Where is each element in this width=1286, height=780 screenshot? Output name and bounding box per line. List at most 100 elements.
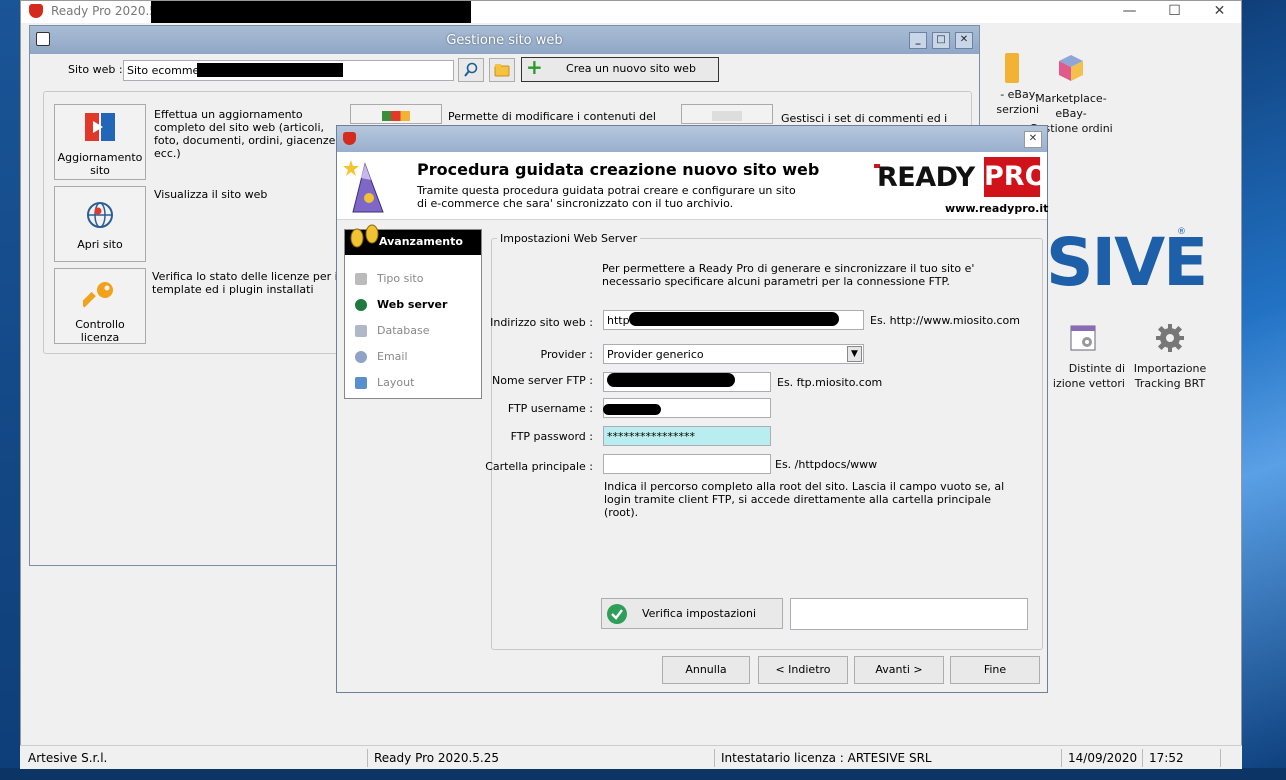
open-folder-button[interactable] <box>489 58 515 82</box>
step-layout: Layout <box>355 374 414 392</box>
gsw-minimize-button[interactable]: _ <box>909 32 927 49</box>
provider-select[interactable]: Provider generico ▼ <box>603 344 864 364</box>
check-icon <box>607 604 627 624</box>
chevron-down-icon[interactable]: ▼ <box>847 346 862 362</box>
progress-header-label: Avanzamento <box>379 235 463 248</box>
back-button[interactable]: < Indietro <box>758 656 848 684</box>
new-site-button[interactable]: + Crea un nuovo sito web <box>521 56 719 82</box>
step-email: Email <box>355 348 408 366</box>
search-site-button[interactable] <box>458 58 484 82</box>
controllo-licenza-desc: Verifica lo stato delle licenze per il t… <box>152 270 341 296</box>
distinte-shortcut[interactable]: Distinte di izione vettori <box>1041 323 1125 391</box>
ready-pro-logo-icon <box>343 132 356 145</box>
key-icon <box>80 282 113 308</box>
group-title: Impostazioni Web Server <box>497 232 641 245</box>
root-folder-hint: Es. /httpdocs/www <box>775 458 878 471</box>
aggiornamento-desc: Effettua un aggiornamento completo del s… <box>154 108 339 160</box>
controllo-licenza-label: Controllo licenza <box>75 318 125 344</box>
close-button[interactable]: ✕ <box>1197 1 1242 23</box>
statusbar-date: 14/09/2020 <box>1062 749 1143 767</box>
step-database: Database <box>355 322 430 340</box>
desktop-background <box>1242 0 1286 780</box>
ftp-server-hint: Es. ftp.miosito.com <box>777 376 883 389</box>
readypro-logo-pro: PRO <box>984 157 1048 197</box>
verify-result-box <box>790 598 1028 630</box>
aggiornamento-sito-button[interactable]: Aggiornamento sito <box>54 104 146 180</box>
importazione-tracking-shortcut[interactable]: Importazione Tracking BRT <box>1126 323 1214 391</box>
gear-icon <box>1156 324 1184 352</box>
gsw-maximize-button[interactable]: □ <box>932 32 950 49</box>
commenti-button[interactable] <box>681 104 773 124</box>
readypro-url: www.readypro.it <box>945 202 1049 215</box>
statusbar-license: Intestatario licenza : ARTESIVE SRL <box>715 749 1062 767</box>
search-icon <box>464 62 478 77</box>
wizard-close-button[interactable]: ✕ <box>1024 131 1042 148</box>
maximize-button[interactable]: ☐ <box>1152 1 1197 23</box>
step-label: Web server <box>377 298 448 311</box>
verify-settings-button[interactable]: Verifica impostazioni <box>601 598 783 629</box>
readypro-logo-text: READY <box>877 162 975 193</box>
statusbar: Artesive S.r.l. Ready Pro 2020.5.25 Inte… <box>20 745 1242 769</box>
folder-icon <box>494 64 510 77</box>
aggiornamento-label: Aggiornamento sito <box>57 151 143 177</box>
wizard-header: Procedura guidata creazione nuovo sito w… <box>337 152 1049 220</box>
provider-label: Provider : <box>540 348 594 361</box>
next-button[interactable]: Avanti > <box>854 656 944 684</box>
progress-panel: Avanzamento Tipo sito Web server Databas… <box>344 224 482 399</box>
apri-sito-desc: Visualizza il sito web <box>154 188 268 201</box>
document-gear-icon <box>1070 325 1096 351</box>
redaction <box>603 404 661 415</box>
gsw-title: Gestione sito web <box>446 33 563 48</box>
step-label: Layout <box>377 376 415 389</box>
update-icon <box>85 113 115 141</box>
wizard-title: Procedura guidata creazione nuovo sito w… <box>417 160 820 179</box>
statusbar-time: 17:52 <box>1143 749 1221 767</box>
app-titlebar: Ready Pro 2020.5.25 — ☐ ✕ <box>21 1 1241 23</box>
marketplace-ebay-shortcut[interactable]: Marketplace- eBay- Gestione ordini <box>1019 53 1123 136</box>
gsw-titlebar: Gestione sito web _ □ ✕ <box>30 26 979 54</box>
shortcut-label: Marketplace- eBay- <box>1035 92 1107 120</box>
ftp-username-label: FTP username : <box>507 402 593 415</box>
tipo-sito-icon <box>355 273 367 285</box>
cancel-button[interactable]: Annulla <box>662 656 750 684</box>
new-site-label: Crea un nuovo sito web <box>566 62 696 75</box>
provider-value: Provider generico <box>607 348 704 361</box>
root-folder-note: Indica il percorso completo alla root de… <box>604 480 1005 519</box>
globe-icon <box>355 299 367 311</box>
site-label: Sito web : <box>68 63 123 76</box>
content-icon <box>382 111 410 121</box>
comments-icon <box>712 111 742 121</box>
minimize-button[interactable]: — <box>1107 1 1152 23</box>
finish-button[interactable]: Fine <box>950 656 1040 684</box>
wizard-titlebar: ✕ <box>337 126 1047 152</box>
site-address-hint: Es. http://www.miosito.com <box>870 314 1020 327</box>
desktop-background <box>0 0 20 780</box>
statusbar-company: Artesive S.r.l. <box>22 749 368 767</box>
registered-mark: ® <box>1177 227 1186 237</box>
globe-pin-icon <box>87 202 113 228</box>
layout-icon <box>355 377 367 389</box>
gsw-close-button[interactable]: ✕ <box>955 32 973 49</box>
modifica-contenuti-button[interactable] <box>350 104 442 124</box>
step-label: Tipo sito <box>377 272 424 285</box>
controllo-licenza-button[interactable]: Controllo licenza <box>54 268 146 344</box>
footprints-icon <box>350 224 379 248</box>
ready-pro-logo-icon <box>29 4 43 18</box>
redaction <box>151 1 471 23</box>
redaction <box>197 63 343 77</box>
step-label: Email <box>377 350 408 363</box>
wizard-hat-icon <box>343 160 384 213</box>
commenti-desc: Gestisci i set di commenti ed i <box>781 112 948 125</box>
modifica-contenuti-desc: Permette di modificare i contenuti del <box>448 110 656 123</box>
step-label: Database <box>377 324 430 337</box>
ftp-password-value: **************** <box>607 430 695 443</box>
email-icon <box>355 351 367 363</box>
root-folder-input[interactable] <box>603 454 771 474</box>
shortcut-label: izione vettori <box>1052 377 1125 390</box>
shortcut-label: Importazione <box>1133 362 1207 375</box>
database-icon <box>355 325 367 337</box>
wizard-window: ✕ Procedura guidata creazione nuovo sito… <box>336 125 1048 693</box>
shortcut-label: Distinte di <box>1068 362 1125 375</box>
apri-sito-button[interactable]: Apri sito <box>54 186 146 262</box>
ftp-password-input[interactable]: **************** <box>603 426 771 446</box>
